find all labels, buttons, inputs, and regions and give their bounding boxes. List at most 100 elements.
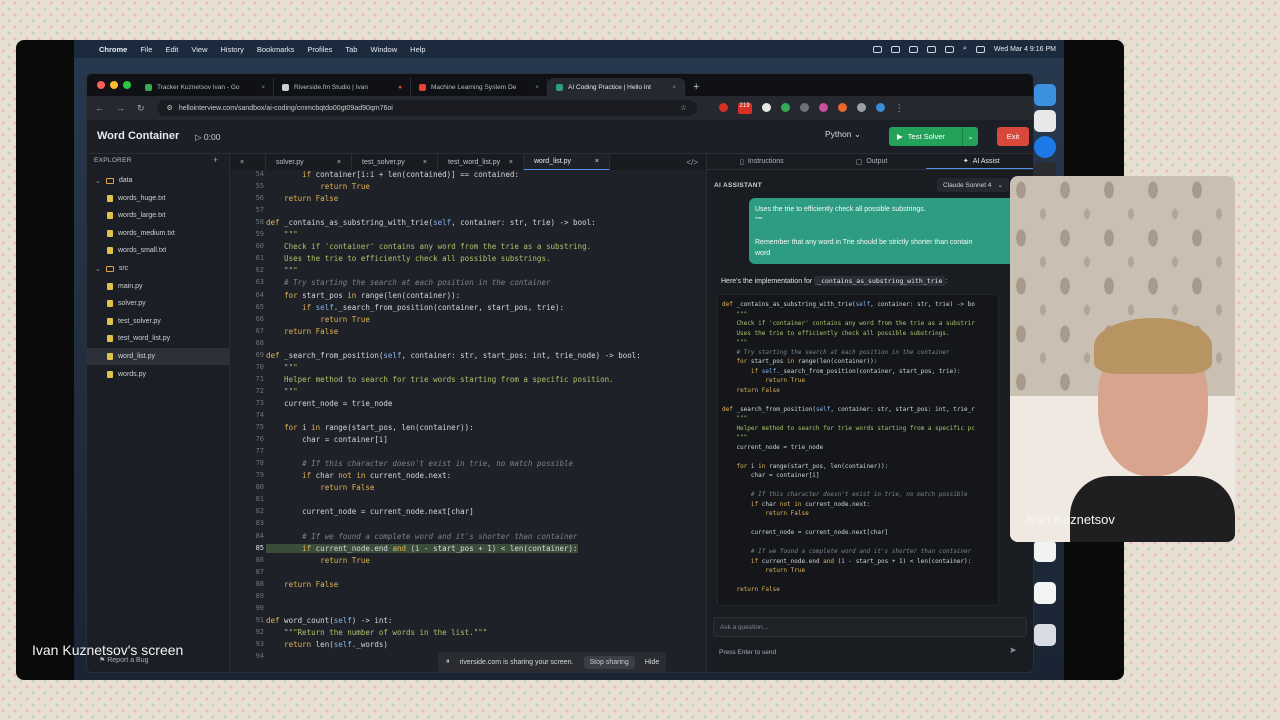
code-area[interactable]: if container[i:i + len(contained)] == co… [266, 170, 696, 672]
send-icon[interactable]: ➤ [1009, 645, 1017, 656]
tab-instructions[interactable]: ▯ Instructions [707, 154, 817, 169]
site-info-icon[interactable]: ⚙ [167, 104, 173, 112]
menu-tab[interactable]: Tab [345, 45, 357, 54]
code-line: if current_node.end and (i - start_pos +… [266, 543, 578, 553]
slack-icon[interactable] [1034, 540, 1056, 562]
control-center-icon[interactable] [975, 45, 985, 53]
tree-file[interactable]: word_list.py [87, 348, 229, 365]
menu-profiles[interactable]: Profiles [307, 45, 332, 54]
menu-window[interactable]: Window [370, 45, 397, 54]
code-line: # If we found a complete word and it's s… [266, 531, 578, 541]
assistant-code-line: """ [722, 310, 748, 318]
play-icon[interactable]: ▷ [195, 132, 202, 142]
close-tab-icon[interactable]: × [261, 84, 265, 91]
assistant-code-block[interactable]: def _contains_as_substring_with_trie(sel… [717, 294, 999, 606]
menu-edit[interactable]: Edit [165, 45, 178, 54]
safari-icon[interactable] [1034, 136, 1056, 158]
menu-view[interactable]: View [191, 45, 207, 54]
test-solver-button[interactable]: ▶ Test Solver ⌄ [889, 127, 978, 146]
chevron-down-icon[interactable]: ⌄ [95, 265, 101, 273]
more-menu-icon[interactable]: ⋮ [895, 103, 904, 114]
close-tab-icon[interactable]: × [595, 158, 599, 165]
status-indicator-icon[interactable] [926, 45, 936, 53]
code-toggle-icon[interactable]: </> [686, 158, 698, 167]
puzzle-icon[interactable] [856, 102, 866, 112]
tree-file[interactable]: test_solver.py [87, 313, 229, 330]
editor-tab-solver[interactable]: solver.py × [266, 154, 352, 170]
wifi-icon[interactable] [944, 45, 954, 53]
notes-icon[interactable] [1034, 582, 1056, 604]
search-icon[interactable]: ⌕ [963, 45, 967, 53]
tree-label: main.py [118, 282, 143, 290]
close-tab-icon[interactable]: × [423, 159, 427, 166]
ask-question-input[interactable]: Ask a question... [713, 617, 1027, 637]
browser-tab[interactable]: Riverside.fm Studio | Ivan ● [274, 78, 411, 96]
tree-file[interactable]: words_small.txt [87, 242, 229, 259]
hide-button[interactable]: Hide [645, 659, 659, 666]
editor-tab-test-word-list[interactable]: test_word_list.py × [438, 154, 524, 170]
address-bar[interactable]: ⚙ hellointerview.com/sandbox/ai-coding/c… [156, 100, 697, 116]
browser-tab-active[interactable]: AI Coding Practice | Hello Int × [548, 78, 685, 96]
tree-file[interactable]: test_word_list.py [87, 330, 229, 347]
editor-tab-word-list[interactable]: word_list.py × [524, 154, 610, 170]
menu-bookmarks[interactable]: Bookmarks [257, 45, 295, 54]
tab-ai-assist[interactable]: ✦ AI Assist [926, 154, 1033, 169]
chevron-down-icon[interactable]: ⌄ [962, 127, 978, 146]
tree-folder[interactable]: ⌄ src [87, 260, 229, 277]
tree-file[interactable]: solver.py [87, 295, 229, 312]
close-tab-icon[interactable]: × [672, 84, 676, 91]
extension-icon[interactable] [818, 102, 828, 112]
exit-button[interactable]: Exit [997, 127, 1029, 146]
minimize-window-icon[interactable] [110, 81, 118, 89]
menu-help[interactable]: Help [410, 45, 425, 54]
status-indicator-icon[interactable] [908, 45, 918, 53]
bookmark-star-icon[interactable]: ☆ [680, 104, 686, 112]
timer[interactable]: ▷ 0:00 [195, 132, 220, 143]
calendar-icon[interactable] [1034, 110, 1056, 132]
language-select[interactable]: Python ⌄ [825, 129, 861, 140]
back-icon[interactable]: ← [95, 103, 104, 113]
finder-icon[interactable] [1034, 84, 1056, 106]
menu-history[interactable]: History [221, 45, 244, 54]
tab-output[interactable]: ▢ Output [817, 154, 927, 169]
code-line: current_node = current_node.next[char] [266, 507, 474, 517]
terminal-icon: ▢ [855, 158, 863, 166]
maximize-window-icon[interactable] [123, 81, 131, 89]
menu-clock[interactable]: Wed Mar 4 9:16 PM [994, 46, 1056, 53]
stop-sharing-button[interactable]: Stop sharing [583, 655, 635, 669]
profile-avatar[interactable] [875, 102, 885, 112]
line-number: 81 [255, 495, 264, 504]
tree-file[interactable]: words.py [87, 366, 229, 383]
extension-badge[interactable]: 219 [737, 102, 752, 114]
forward-icon[interactable]: → [116, 103, 125, 113]
extension-icon[interactable] [780, 102, 790, 112]
extension-icon[interactable] [718, 102, 728, 112]
tree-folder[interactable]: ⌄ data [87, 172, 229, 189]
menu-file[interactable]: File [140, 45, 152, 54]
browser-tab[interactable]: Tracker Kuznetsov Ivan - Go × [137, 78, 274, 96]
close-window-icon[interactable] [97, 81, 105, 89]
extension-icon[interactable] [799, 102, 809, 112]
editor-close-all-icon[interactable]: × [230, 154, 266, 170]
reload-icon[interactable]: ↻ [137, 103, 145, 114]
chevron-down-icon[interactable]: ⌄ [95, 177, 101, 185]
model-select[interactable]: Claude Sonnet 4 ⌄ [937, 178, 1009, 192]
close-tab-icon[interactable]: × [535, 84, 539, 91]
tree-file[interactable]: words_large.txt [87, 207, 229, 224]
close-tab-icon[interactable]: × [509, 159, 513, 166]
add-file-icon[interactable]: + [213, 155, 218, 165]
menu-app-name[interactable]: Chrome [99, 45, 127, 54]
status-indicator-icon[interactable] [872, 45, 882, 53]
close-tab-icon[interactable]: × [337, 159, 341, 166]
editor-tab-test-solver[interactable]: test_solver.py × [352, 154, 438, 170]
extension-icon[interactable] [761, 102, 771, 112]
assistant-code-line: return False [765, 510, 809, 517]
status-indicator-icon[interactable] [890, 45, 900, 53]
trash-icon[interactable] [1034, 624, 1056, 646]
tree-file[interactable]: words_medium.txt [87, 225, 229, 242]
extension-icon[interactable] [837, 102, 847, 112]
browser-tab[interactable]: Machine Learning System De × [411, 78, 548, 96]
tree-file[interactable]: main.py [87, 278, 229, 295]
tree-file[interactable]: words_huge.txt [87, 190, 229, 207]
new-tab-icon[interactable]: + [693, 81, 699, 96]
